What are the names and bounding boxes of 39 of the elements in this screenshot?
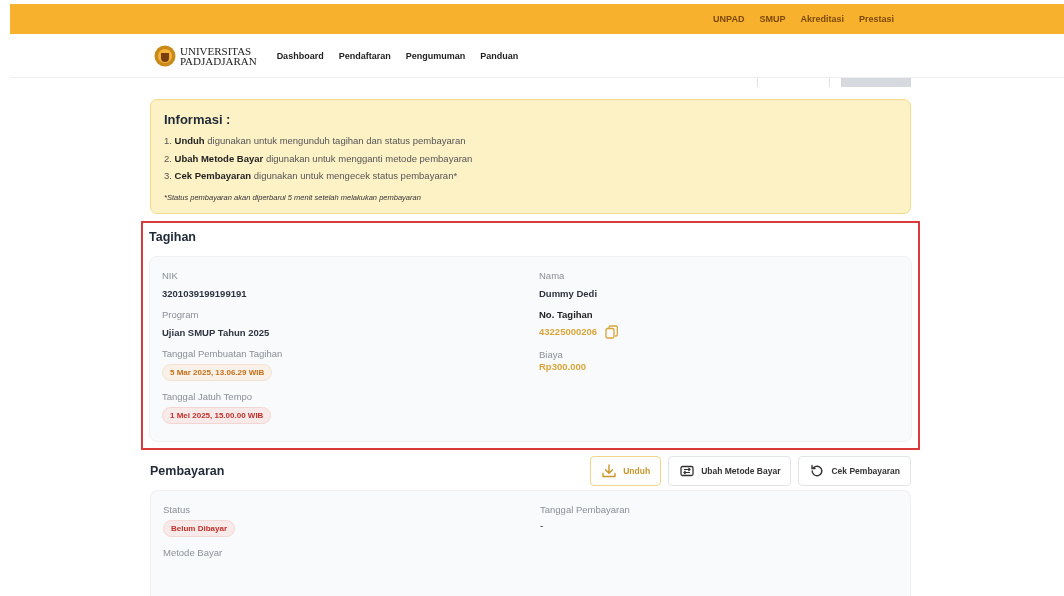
copy-icon[interactable] xyxy=(605,324,619,339)
university-logo-icon xyxy=(154,44,176,67)
field-value: Ujian SMUP Tahun 2025 xyxy=(162,326,271,338)
nav-link[interactable]: Pengumuman xyxy=(405,50,466,61)
field-label: Tanggal Pembayaran xyxy=(540,502,631,516)
university-name: UNIVERSITAS PADJADJARAN xyxy=(180,45,257,66)
field-label: Tanggal Pembuatan Tagihan xyxy=(162,346,284,360)
field-label: No. Tagihan xyxy=(539,307,594,321)
action-button[interactable]: Cek Pembayaran xyxy=(798,455,911,486)
info-title: Informasi : xyxy=(164,112,232,127)
section-title: Pembayaran xyxy=(150,463,225,478)
top-link[interactable]: SMUP xyxy=(759,14,786,24)
field-label: Metode Bayar xyxy=(163,545,224,559)
info-text: 2. Ubah Metode Bayar digunakan untuk mengganti metode pembayaran xyxy=(164,151,474,166)
field-value: 3201039199199191 xyxy=(162,287,248,299)
top-link[interactable]: UNPAD xyxy=(713,14,745,24)
field-label: NIK xyxy=(162,268,179,282)
field-value: Rp300.000 xyxy=(539,360,587,372)
status-badge: 1 Mei 2025, 15.00.00 WIB xyxy=(162,406,272,424)
field-value: - xyxy=(540,519,545,531)
status-badge: Belum Dibayar xyxy=(163,519,236,537)
field-label: Tanggal Jatuh Tempo xyxy=(162,389,254,403)
field-label: Biaya xyxy=(539,347,564,361)
status-badge: 5 Mar 2025, 13.06.29 WIB xyxy=(162,363,273,381)
field-label: Program xyxy=(162,307,200,321)
info-text: 1. Unduh digunakan untuk mengunduh tagihan dan status pembayaran xyxy=(164,134,467,148)
nav-link[interactable]: Panduan xyxy=(480,50,519,61)
top-link[interactable]: Prestasi xyxy=(858,14,894,24)
info-text: 3. Cek Pembayaran digunakan untuk mengecek status pembayaran* xyxy=(164,169,459,183)
field-label: Status xyxy=(163,502,191,516)
action-button[interactable]: Ubah Metode Bayar xyxy=(668,455,792,486)
section-title: Tagihan xyxy=(149,229,196,244)
nav-link[interactable]: Pendaftaran xyxy=(338,50,391,61)
download-icon xyxy=(601,462,618,479)
field-value: Dummy Dedi xyxy=(539,287,599,299)
top-link[interactable]: Akreditasi xyxy=(800,14,844,24)
field-value: 43225000206 xyxy=(539,326,598,337)
nav-link[interactable]: Dashboard xyxy=(276,50,324,61)
field-label: Nama xyxy=(539,268,566,282)
